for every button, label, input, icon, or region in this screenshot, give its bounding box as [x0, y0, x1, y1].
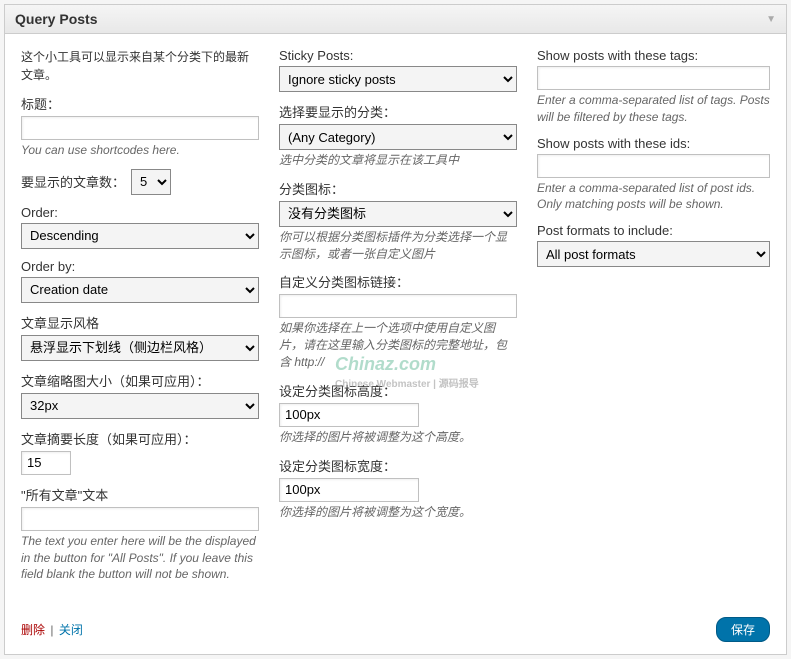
thumb-select[interactable]: 32px — [21, 393, 259, 419]
style-select[interactable]: 悬浮显示下划线（侧边栏风格） — [21, 335, 259, 361]
tags-help: Enter a comma-separated list of tags. Po… — [537, 92, 770, 126]
order-label: Order: — [21, 205, 259, 220]
orderby-select[interactable]: Creation date — [21, 277, 259, 303]
ids-help: Enter a comma-separated list of post ids… — [537, 180, 770, 214]
widget-title: Query Posts — [15, 11, 97, 27]
sticky-select[interactable]: Ignore sticky posts — [279, 66, 517, 92]
thumb-label: 文章缩略图大小（如果可应用）： — [21, 371, 259, 390]
ids-label: Show posts with these ids: — [537, 136, 770, 151]
category-help: 选中分类的文章将显示在该工具中 — [279, 152, 517, 169]
icon-help: 你可以根据分类图标插件为分类选择一个显示图标，或者一张自定义图片 — [279, 229, 517, 263]
ids-input[interactable] — [537, 154, 770, 178]
width-input[interactable] — [279, 478, 419, 502]
height-help: 你选择的图片将被调整为这个高度。 — [279, 429, 517, 446]
excerpt-label: 文章摘要长度（如果可应用）： — [21, 429, 259, 448]
widget-footer: 删除 | 关闭 保存 — [21, 607, 770, 642]
orderby-label: Order by: — [21, 259, 259, 274]
delete-link[interactable]: 删除 — [21, 623, 45, 637]
width-label: 设定分类图标宽度： — [279, 456, 517, 475]
excerpt-input[interactable] — [21, 451, 71, 475]
column-right: Show posts with these tags: Enter a comm… — [537, 48, 770, 593]
formats-label: Post formats to include: — [537, 223, 770, 238]
tags-label: Show posts with these tags: — [537, 48, 770, 63]
control-links: 删除 | 关闭 — [21, 621, 83, 638]
order-select[interactable]: Descending — [21, 223, 259, 249]
category-select[interactable]: (Any Category) — [279, 124, 517, 150]
allposts-help: The text you enter here will be the disp… — [21, 533, 259, 583]
tags-input[interactable] — [537, 66, 770, 90]
column-left: 这个小工具可以显示来自某个分类下的最新文章。 标题： You can use s… — [21, 48, 259, 593]
link-label: 自定义分类图标链接： — [279, 272, 517, 291]
formats-select[interactable]: All post formats — [537, 241, 770, 267]
allposts-input[interactable] — [21, 507, 259, 531]
link-input[interactable] — [279, 294, 517, 318]
widget-header[interactable]: Query Posts ▼ — [5, 5, 786, 34]
link-help: 如果你选择在上一个选项中使用自定义图片，请在这里输入分类图标的完整地址，包含 h… — [279, 320, 517, 370]
title-label: 标题： — [21, 94, 259, 113]
count-label: 要显示的文章数： — [21, 172, 125, 191]
icon-label: 分类图标： — [279, 179, 517, 198]
title-input[interactable] — [21, 116, 259, 140]
query-posts-widget: Query Posts ▼ 这个小工具可以显示来自某个分类下的最新文章。 标题：… — [4, 4, 787, 655]
separator: | — [50, 623, 53, 637]
style-label: 文章显示风格 — [21, 313, 259, 332]
collapse-toggle-icon[interactable]: ▼ — [766, 14, 776, 25]
close-link[interactable]: 关闭 — [59, 623, 83, 637]
widget-body: 这个小工具可以显示来自某个分类下的最新文章。 标题： You can use s… — [5, 34, 786, 654]
intro-text: 这个小工具可以显示来自某个分类下的最新文章。 — [21, 48, 259, 84]
allposts-label: "所有文章"文本 — [21, 485, 259, 504]
width-help: 你选择的图片将被调整为这个宽度。 — [279, 504, 517, 521]
column-middle: Sticky Posts: Ignore sticky posts 选择要显示的… — [279, 48, 517, 593]
save-button[interactable]: 保存 — [716, 617, 770, 642]
title-help: You can use shortcodes here. — [21, 142, 259, 159]
height-input[interactable] — [279, 403, 419, 427]
count-select[interactable]: 5 — [131, 169, 171, 195]
category-label: 选择要显示的分类： — [279, 102, 517, 121]
sticky-label: Sticky Posts: — [279, 48, 517, 63]
icon-select[interactable]: 没有分类图标 — [279, 201, 517, 227]
height-label: 设定分类图标高度： — [279, 381, 517, 400]
